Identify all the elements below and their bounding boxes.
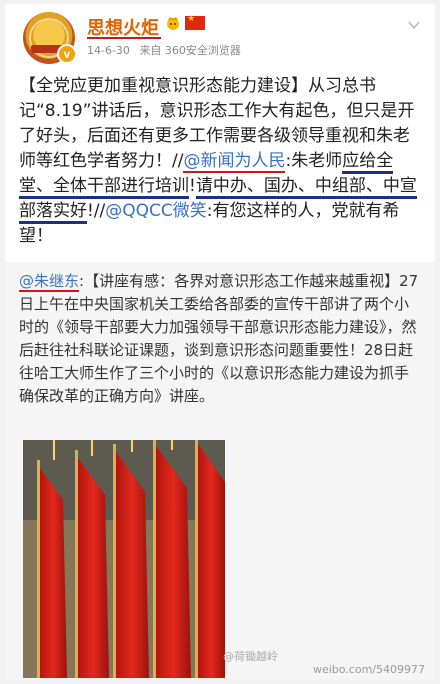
flags-illustration xyxy=(23,440,225,678)
repost-text: @朱继东:【讲座有感：各界对意识形态工作越来越重视】27日上午在中央国家机关工委… xyxy=(19,270,423,408)
mention-zhujidong[interactable]: @朱继东 xyxy=(19,272,80,292)
weibo-post-card: v 思想火炬 14-6-30 来自 360安全浏览器 【全党应更加重视意识形态能… xyxy=(5,4,435,680)
post-text-seg2: :朱老师 xyxy=(285,151,343,171)
china-flag-icon xyxy=(185,14,205,30)
post-date: 14-6-30 xyxy=(87,44,130,57)
mention-xinwenweirenmin[interactable]: @新闻为人民 xyxy=(183,151,286,173)
post-meta: 14-6-30 来自 360安全浏览器 xyxy=(87,42,247,58)
mention-qqcc[interactable]: @QQCC微笑 xyxy=(105,201,207,221)
verified-badge-icon: v xyxy=(57,44,77,64)
watermark-user: @荷锄越岭 xyxy=(223,650,278,663)
post-text-seg6: !// xyxy=(87,201,106,221)
username-underline xyxy=(87,37,161,39)
red-flags-photo[interactable] xyxy=(23,440,225,678)
watermark-url: weibo.com/5409977 xyxy=(312,663,425,676)
post-source[interactable]: 来自 360安全浏览器 xyxy=(139,44,241,57)
post-text: 【全党应更加重视意识形态能力建设】从习总书记“8.19”讲话后，意识形态工作大有… xyxy=(19,74,423,249)
repost-block[interactable]: @朱继东:【讲座有感：各界对意识形态工作越来越重视】27日上午在中央国家机关工委… xyxy=(5,262,435,680)
crown-emoji-icon xyxy=(167,17,179,30)
chevron-down-icon[interactable] xyxy=(407,18,421,32)
post-text-seg4: ! xyxy=(189,176,196,196)
post-header: v 思想火炬 14-6-30 来自 360安全浏览器 xyxy=(5,4,435,64)
